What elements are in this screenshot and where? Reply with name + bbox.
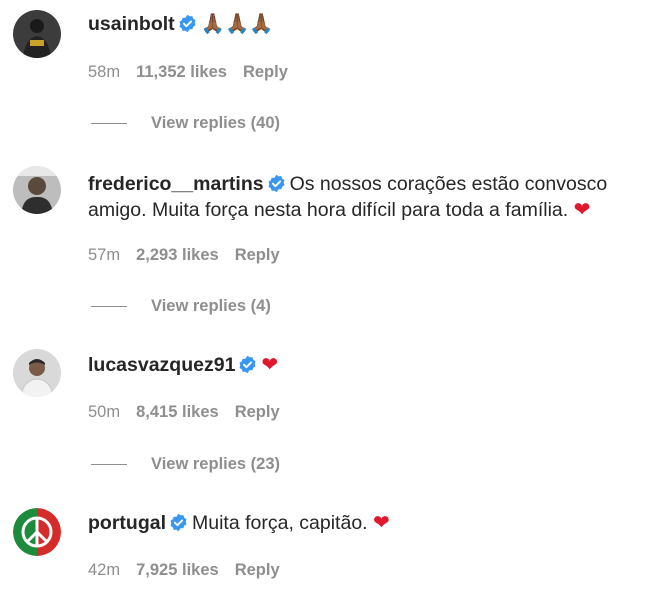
view-replies-label: View replies (23) bbox=[151, 455, 281, 473]
verified-badge-icon bbox=[268, 174, 285, 193]
avatar[interactable] bbox=[13, 508, 61, 556]
reply-button[interactable]: Reply bbox=[235, 246, 280, 264]
comment-meta: 42m 7,925 likes Reply bbox=[88, 561, 280, 580]
comment-body: lucasvazquez91 ❤ bbox=[88, 352, 625, 378]
verified-badge-icon bbox=[170, 513, 187, 532]
verified-badge-icon bbox=[239, 355, 256, 374]
timestamp: 50m bbox=[88, 403, 121, 421]
view-replies-button[interactable]: View replies (4) bbox=[91, 297, 271, 316]
comment-body: frederico__martins Os nossos corações est… bbox=[88, 172, 625, 223]
view-replies-label: View replies (4) bbox=[151, 297, 271, 315]
reply-button[interactable]: Reply bbox=[243, 63, 288, 81]
comment-text: 🙏🏾🙏🏾🙏🏾 bbox=[200, 12, 274, 35]
likes-count[interactable]: 8,415 likes bbox=[136, 403, 219, 421]
comment-text: Muita força, capitão. bbox=[192, 512, 368, 534]
reply-button[interactable]: Reply bbox=[235, 561, 280, 579]
heart-icon: ❤ bbox=[573, 197, 591, 221]
divider-line bbox=[91, 123, 127, 125]
likes-count[interactable]: 11,352 likes bbox=[136, 63, 227, 81]
timestamp: 57m bbox=[88, 246, 121, 264]
username[interactable]: portugal bbox=[88, 512, 166, 534]
timestamp: 58m bbox=[88, 63, 121, 81]
username[interactable]: usainbolt bbox=[88, 13, 175, 35]
avatar[interactable] bbox=[13, 10, 61, 58]
heart-icon: ❤ bbox=[261, 352, 279, 376]
timestamp: 42m bbox=[88, 561, 121, 579]
username[interactable]: frederico__martins bbox=[88, 173, 264, 195]
divider-line bbox=[91, 464, 127, 466]
comment-meta: 58m 11,352 likes Reply bbox=[88, 63, 288, 82]
view-replies-button[interactable]: View replies (23) bbox=[91, 455, 280, 474]
likes-count[interactable]: 7,925 likes bbox=[136, 561, 219, 579]
comment-meta: 50m 8,415 likes Reply bbox=[88, 403, 280, 422]
reply-button[interactable]: Reply bbox=[235, 403, 280, 421]
view-replies-label: View replies (40) bbox=[151, 114, 281, 132]
verified-badge-icon bbox=[179, 14, 196, 33]
comment-meta: 57m 2,293 likes Reply bbox=[88, 246, 280, 265]
comment-body: portugal Muita força, capitão. ❤ bbox=[88, 510, 625, 536]
likes-count[interactable]: 2,293 likes bbox=[136, 246, 219, 264]
username[interactable]: lucasvazquez91 bbox=[88, 354, 235, 376]
divider-line bbox=[91, 306, 127, 308]
avatar[interactable] bbox=[13, 349, 61, 397]
heart-icon: ❤ bbox=[373, 510, 390, 534]
avatar[interactable] bbox=[13, 166, 61, 214]
comment-body: usainbolt 🙏🏾🙏🏾🙏🏾 bbox=[88, 11, 625, 37]
view-replies-button[interactable]: View replies (40) bbox=[91, 114, 280, 133]
